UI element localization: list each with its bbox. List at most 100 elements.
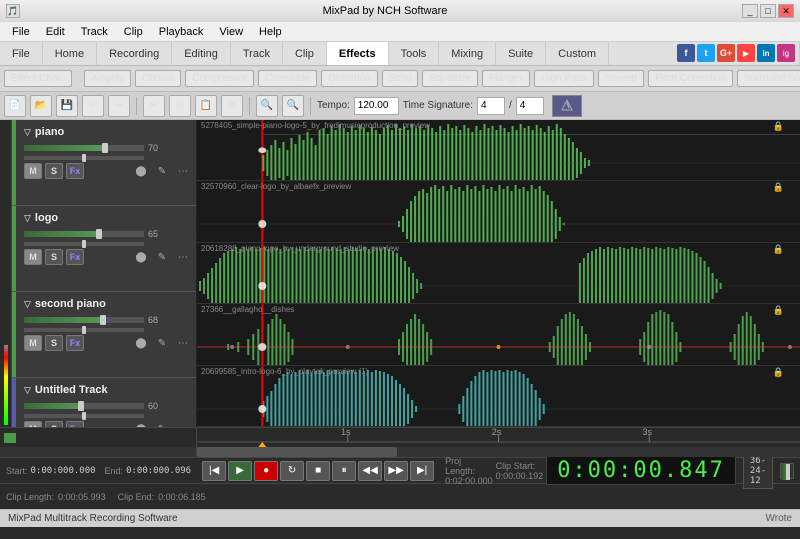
fx-btn-piano[interactable]: Fx bbox=[66, 163, 84, 179]
play-btn[interactable]: ▶ bbox=[228, 461, 252, 481]
track-pan-piano[interactable] bbox=[24, 156, 144, 160]
solo-btn-piano[interactable]: S bbox=[45, 163, 63, 179]
amplify-btn[interactable]: Amplify bbox=[84, 70, 131, 87]
waveform-piano[interactable]: 5278405_simple-piano-logo-5_by_fredimusi… bbox=[197, 120, 800, 181]
track-pan-second-piano[interactable] bbox=[24, 328, 144, 332]
zoom-out-btn[interactable]: 🔍 bbox=[282, 95, 304, 117]
settings-btn-second-piano[interactable]: ✎ bbox=[153, 335, 171, 351]
hscrollbar[interactable] bbox=[197, 447, 800, 457]
new-btn[interactable]: 📄 bbox=[4, 95, 26, 117]
reverb-btn[interactable]: Reverb bbox=[598, 70, 644, 87]
undo-btn[interactable]: ↩ bbox=[82, 95, 104, 117]
paste-btn[interactable]: 📋 bbox=[195, 95, 217, 117]
tab-clip[interactable]: Clip bbox=[283, 42, 327, 65]
fx-btn-untitled1[interactable]: Fx bbox=[66, 421, 84, 427]
mute-btn-untitled1[interactable]: M bbox=[24, 421, 42, 427]
record-btn[interactable]: ● bbox=[254, 461, 278, 481]
solo-btn-second-piano[interactable]: S bbox=[45, 335, 63, 351]
track-fader-handle-second-piano[interactable] bbox=[100, 315, 106, 325]
tab-effects[interactable]: Effects bbox=[327, 42, 389, 65]
arm-btn-second-piano[interactable]: ⬤ bbox=[132, 335, 150, 351]
track-collapse-untitled1[interactable]: ▽ bbox=[24, 385, 31, 396]
copy-btn[interactable]: ⎘ bbox=[169, 95, 191, 117]
zoom-in-btn[interactable]: 🔍 bbox=[256, 95, 278, 117]
loop-btn[interactable]: ↻ bbox=[280, 461, 304, 481]
mute-btn-piano[interactable]: M bbox=[24, 163, 42, 179]
waveform-playtek[interactable]: 20699585_intro-logo-6_by_playtek_preview… bbox=[197, 366, 800, 427]
track-pan-logo[interactable] bbox=[24, 242, 144, 246]
tab-home[interactable]: Home bbox=[43, 42, 97, 65]
cut-btn[interactable]: ✂ bbox=[143, 95, 165, 117]
more-btn-untitled1[interactable]: ⋯ bbox=[174, 421, 192, 427]
waveform-dishes[interactable]: 27366__gallagho__dishes 🔒 bbox=[197, 304, 800, 365]
master-volume-handle[interactable] bbox=[786, 464, 790, 480]
ruler-timeline[interactable]: 1s 2s 3s bbox=[197, 428, 800, 447]
track-fader-handle-logo[interactable] bbox=[96, 229, 102, 239]
track-collapse-piano[interactable]: ▽ bbox=[24, 127, 31, 138]
next-btn[interactable]: ▶▶ bbox=[384, 461, 408, 481]
waveform-second-piano[interactable]: 20618288_piano-logo_by_underground_studi… bbox=[197, 243, 800, 304]
track-fader-logo[interactable] bbox=[24, 231, 144, 237]
tab-mixing[interactable]: Mixing bbox=[439, 42, 496, 65]
track-collapse-second-piano[interactable]: ▽ bbox=[24, 299, 31, 310]
more-btn-logo[interactable]: ⋯ bbox=[174, 249, 192, 265]
time-sig-num-input[interactable] bbox=[477, 97, 505, 115]
hscroll-thumb[interactable] bbox=[197, 447, 397, 457]
arm-btn-logo[interactable]: ⬤ bbox=[132, 249, 150, 265]
fx-btn-second-piano[interactable]: Fx bbox=[66, 335, 84, 351]
redo-btn[interactable]: ↪ bbox=[108, 95, 130, 117]
fast-forward-btn[interactable]: ▶| bbox=[410, 461, 434, 481]
youtube-icon[interactable]: ▶ bbox=[737, 44, 755, 62]
effect-chain-btn[interactable]: Effect Chain bbox=[4, 70, 72, 87]
tab-track[interactable]: Track bbox=[231, 42, 283, 65]
arm-btn-piano[interactable]: ⬤ bbox=[132, 163, 150, 179]
open-btn[interactable]: 📂 bbox=[30, 95, 52, 117]
settings-btn-piano[interactable]: ✎ bbox=[153, 163, 171, 179]
track-pan-handle-untitled1[interactable] bbox=[82, 412, 86, 420]
menu-file[interactable]: File bbox=[4, 24, 38, 40]
menu-view[interactable]: View bbox=[211, 24, 251, 40]
save-btn[interactable]: 💾 bbox=[56, 95, 78, 117]
settings-btn-untitled1[interactable]: ✎ bbox=[153, 421, 171, 427]
track-pan-handle-logo[interactable] bbox=[82, 240, 86, 248]
solo-btn-untitled1[interactable]: S bbox=[45, 421, 63, 427]
delete-btn[interactable]: ✕ bbox=[221, 95, 243, 117]
tab-custom[interactable]: Custom bbox=[546, 42, 609, 65]
master-volume-slider[interactable] bbox=[780, 463, 794, 479]
echo-btn[interactable]: Echo bbox=[382, 70, 419, 87]
mute-btn-logo[interactable]: M bbox=[24, 249, 42, 265]
more-btn-piano[interactable]: ⋯ bbox=[174, 163, 192, 179]
rewind-btn[interactable]: |◀ bbox=[202, 461, 226, 481]
track-pan-handle-piano[interactable] bbox=[82, 154, 86, 162]
more-btn-second-piano[interactable]: ⋯ bbox=[174, 335, 192, 351]
arm-btn-untitled1[interactable]: ⬤ bbox=[132, 421, 150, 427]
compressor-btn[interactable]: Compressor bbox=[185, 70, 253, 87]
close-button[interactable]: ✕ bbox=[778, 4, 794, 18]
track-fader-second-piano[interactable] bbox=[24, 317, 144, 323]
fx-btn-logo[interactable]: Fx bbox=[66, 249, 84, 265]
menu-edit[interactable]: Edit bbox=[38, 24, 73, 40]
menu-clip[interactable]: Clip bbox=[116, 24, 151, 40]
google-icon[interactable]: G+ bbox=[717, 44, 735, 62]
minimize-button[interactable]: _ bbox=[742, 4, 758, 18]
track-fader-piano[interactable] bbox=[24, 145, 144, 151]
tab-tools[interactable]: Tools bbox=[389, 42, 440, 65]
track-fader-handle-piano[interactable] bbox=[102, 143, 108, 153]
metronome-btn[interactable] bbox=[552, 95, 582, 117]
equalizer-btn[interactable]: Equalizer bbox=[422, 70, 478, 87]
menu-playback[interactable]: Playback bbox=[151, 24, 212, 40]
pause-btn[interactable]: ⏸ bbox=[332, 461, 356, 481]
solo-btn-logo[interactable]: S bbox=[45, 249, 63, 265]
track-collapse-logo[interactable]: ▽ bbox=[24, 213, 31, 224]
track-pan-untitled1[interactable] bbox=[24, 414, 144, 418]
twitter-icon[interactable]: t bbox=[697, 44, 715, 62]
maximize-button[interactable]: □ bbox=[760, 4, 776, 18]
tab-file[interactable]: File bbox=[0, 42, 43, 65]
menu-help[interactable]: Help bbox=[251, 24, 290, 40]
track-fader-untitled1[interactable] bbox=[24, 403, 144, 409]
menu-track[interactable]: Track bbox=[73, 24, 116, 40]
surround-sound-btn[interactable]: Surround Sound bbox=[737, 70, 800, 87]
facebook-icon[interactable]: f bbox=[677, 44, 695, 62]
tab-editing[interactable]: Editing bbox=[172, 42, 231, 65]
flanger-btn[interactable]: Flanger bbox=[482, 70, 530, 87]
